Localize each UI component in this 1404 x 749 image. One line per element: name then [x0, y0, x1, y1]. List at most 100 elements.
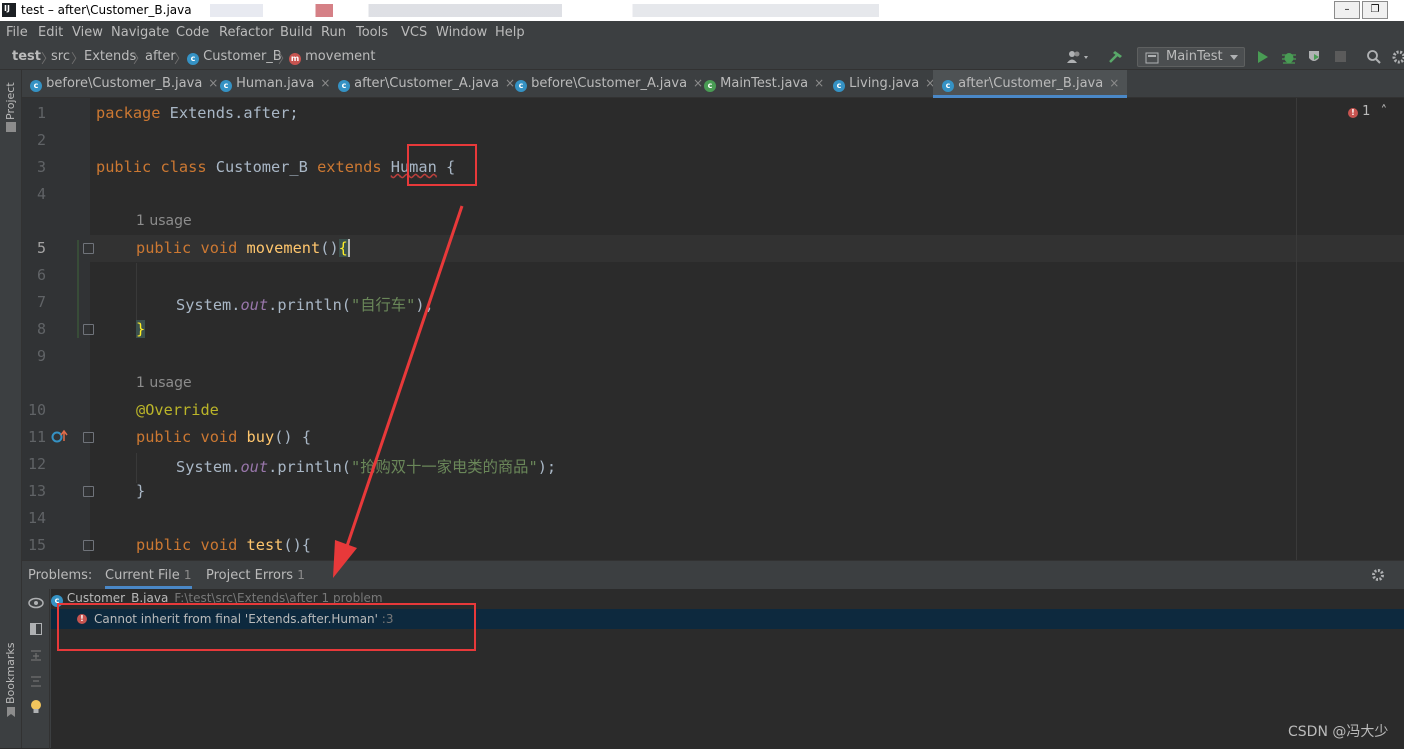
bookmarks-tool-button[interactable]: Bookmarks [4, 643, 17, 704]
menu-code[interactable]: Code [176, 25, 209, 40]
line-number: 10 [27, 401, 46, 419]
lightbulb-icon[interactable] [30, 699, 42, 714]
close-icon[interactable]: × [693, 76, 703, 90]
preview-icon[interactable] [30, 623, 42, 635]
line-number: 7 [36, 293, 46, 311]
code-editor[interactable]: 1 2 3 4 5 6 7 8 9 10 11 12 13 14 15 pack… [22, 98, 1404, 560]
chevron-up-icon[interactable]: ˄ [1381, 104, 1388, 119]
usage-hint[interactable]: 1 usage [136, 375, 192, 391]
tab-human[interactable]: c Human.java × [220, 70, 330, 98]
tab-after-customer-a[interactable]: c after\Customer_A.java × [338, 70, 515, 98]
minimize-button[interactable]: – [1334, 1, 1360, 19]
user-account-icon[interactable] [1066, 50, 1092, 64]
watermark: CSDN @冯大少 [1288, 724, 1389, 740]
class-icon: c [338, 80, 350, 92]
collapse-all-icon[interactable] [30, 675, 42, 687]
close-icon[interactable]: × [320, 76, 330, 90]
problems-label: Problems: [28, 568, 93, 583]
run-configuration-label: MainTest [1166, 49, 1223, 64]
breadcrumb-extends[interactable]: Extends [84, 49, 136, 64]
fold-marker[interactable] [83, 432, 94, 443]
close-icon[interactable]: × [814, 76, 824, 90]
tab-after-customer-b[interactable]: c after\Customer_B.java × [933, 70, 1128, 98]
menu-window[interactable]: Window [436, 25, 487, 40]
menu-build[interactable]: Build [280, 25, 313, 40]
tab-label: Living.java [849, 76, 920, 91]
error-icon: ! [1348, 108, 1358, 118]
breadcrumb-project[interactable]: test [12, 49, 41, 64]
breadcrumb-separator: 〉 [71, 52, 85, 67]
eye-icon[interactable] [28, 597, 44, 609]
menu-vcs[interactable]: VCS [401, 25, 427, 40]
breadcrumb-class[interactable]: c Customer_B [187, 49, 282, 65]
run-configuration-select[interactable]: MainTest [1137, 47, 1245, 67]
error-counter[interactable]: ! 1 ˄ [1348, 104, 1387, 119]
code-line-10: @Override [136, 401, 219, 419]
tab-project-errors[interactable]: Project Errors 1 [206, 568, 305, 583]
menu-view[interactable]: View [72, 25, 103, 40]
search-icon[interactable] [1366, 49, 1382, 65]
tab-current-file[interactable]: Current File 1 [105, 568, 192, 589]
fold-marker[interactable] [83, 540, 94, 551]
bookmark-icon [7, 707, 15, 717]
fold-marker[interactable] [83, 324, 94, 335]
indent-guide [136, 453, 137, 483]
tab-maintest[interactable]: c MainTest.java × [704, 70, 824, 98]
tab-before-customer-b[interactable]: c before\Customer_B.java × [30, 70, 218, 98]
menu-run[interactable]: Run [321, 25, 346, 40]
menu-bar: File Edit View Navigate Code Refactor Bu… [0, 21, 1404, 44]
tab-before-customer-a[interactable]: c before\Customer_A.java × [515, 70, 703, 98]
vcs-change-marker [77, 240, 79, 338]
line-number: 12 [27, 455, 46, 473]
menu-tools[interactable]: Tools [356, 25, 388, 40]
maximize-button[interactable]: ❐ [1362, 1, 1388, 19]
line-number: 1 [36, 104, 46, 122]
fold-marker[interactable] [83, 243, 94, 254]
line-number-current: 5 [36, 239, 46, 257]
blurred-taskbar-strip [210, 4, 1090, 17]
debug-bug-icon[interactable] [1281, 49, 1297, 65]
title-bar: test – after\Customer_B.java – ❐ [0, 0, 1404, 21]
stop-icon[interactable] [1334, 50, 1347, 63]
window-title: test – after\Customer_B.java [21, 3, 192, 17]
coverage-icon[interactable] [1306, 49, 1322, 65]
menu-edit[interactable]: Edit [38, 25, 63, 40]
breadcrumb-src[interactable]: src [51, 49, 70, 64]
usage-hint[interactable]: 1 usage [136, 213, 192, 229]
project-tool-button[interactable]: Project [4, 82, 17, 120]
settings-gear-icon[interactable] [1391, 49, 1404, 65]
class-icon: c [833, 80, 845, 92]
annotation-box-error [57, 603, 476, 651]
code-line-1: package Extends.after; [96, 104, 299, 122]
menu-help[interactable]: Help [495, 25, 525, 40]
expand-all-icon[interactable] [30, 649, 42, 661]
menu-navigate[interactable]: Navigate [111, 25, 169, 40]
close-icon[interactable]: × [1109, 76, 1119, 90]
line-number: 9 [36, 347, 46, 365]
line-number: 8 [36, 320, 46, 338]
tab-label: before\Customer_A.java [531, 76, 688, 91]
line-number: 6 [36, 266, 46, 284]
fold-marker[interactable] [83, 486, 94, 497]
intellij-icon [2, 3, 16, 17]
left-tool-strip: Project Bookmarks [0, 70, 22, 748]
run-icon[interactable] [1256, 49, 1270, 65]
class-icon: c [515, 80, 527, 92]
settings-gear-icon[interactable] [1371, 568, 1385, 582]
close-icon[interactable]: × [208, 76, 218, 90]
build-hammer-icon[interactable] [1108, 49, 1124, 65]
breadcrumb-after[interactable]: after [145, 49, 176, 64]
chevron-down-icon [1230, 55, 1238, 60]
close-icon[interactable]: × [505, 76, 515, 90]
tab-living[interactable]: c Living.java × [833, 70, 935, 98]
override-gutter-icon[interactable] [51, 429, 69, 443]
menu-refactor[interactable]: Refactor [219, 25, 274, 40]
problems-tabs: Problems: Current File 1 Project Errors … [22, 561, 1404, 589]
menu-file[interactable]: File [6, 25, 28, 40]
breadcrumb-method[interactable]: m movement [289, 49, 375, 65]
editor-tab-bar: c before\Customer_B.java × c Human.java × … [22, 70, 1404, 98]
tab-label: Human.java [236, 76, 315, 91]
right-margin-guide [1296, 98, 1297, 560]
breadcrumb-separator: 〉 [174, 52, 188, 67]
line-number: 3 [36, 158, 46, 176]
